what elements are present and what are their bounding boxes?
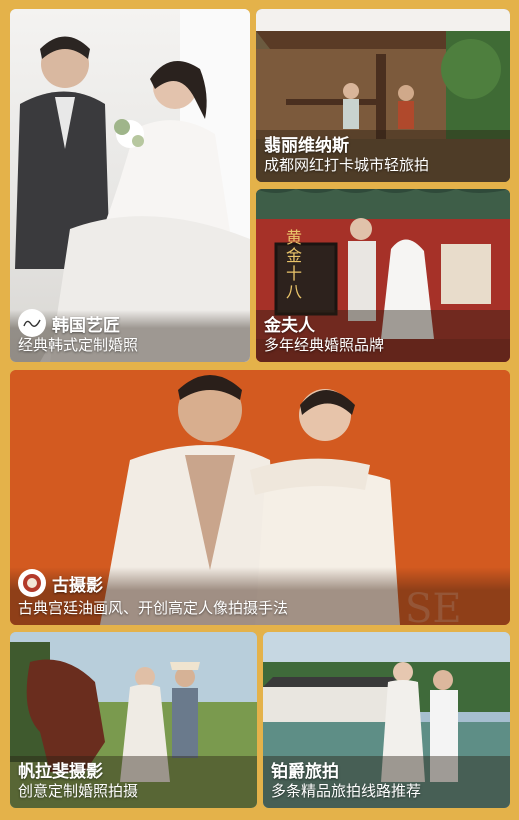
studio-tagline: 经典韩式定制婚照 [18,337,139,354]
studio-name: 翡丽维纳斯 [264,135,349,155]
card-caption: 金夫人 多年经典婚照品牌 [256,310,510,362]
studio-card-gu-photography[interactable]: SE 古摄影 古典宫廷油画风、开创高定人像拍摄手法 [10,370,510,625]
studio-name: 韩国艺匠 [52,315,120,335]
studio-tagline: 多年经典婚照品牌 [264,337,385,354]
card-caption: 古摄影 古典宫廷油画风、开创高定人像拍摄手法 [10,567,510,625]
studio-card-golden-lady[interactable]: 黄金十八 金夫人 多年经典婚照品牌 [256,189,510,362]
studio-tagline: 创意定制婚照拍摄 [18,783,139,800]
photo-overlay-text: 黄金十八 [286,228,303,301]
studio-card-fan-raphael[interactable]: 帆拉斐摄影 创意定制婚照拍摄 [10,632,257,808]
card-caption: 铂爵旅拍 多条精品旅拍线路推荐 [263,756,510,808]
studio-logo-icon [18,309,46,337]
studio-tagline: 成都网红打卡城市轻旅拍 [264,157,430,174]
studio-name: 铂爵旅拍 [271,761,339,781]
studio-card-bojue-travel[interactable]: 铂爵旅拍 多条精品旅拍线路推荐 [263,632,510,808]
studio-tagline: 多条精品旅拍线路推荐 [271,783,422,800]
studio-name: 金夫人 [264,315,315,335]
card-caption: 帆拉斐摄影 创意定制婚照拍摄 [10,756,257,808]
studio-card-feili-venus[interactable]: 翡丽维纳斯 成都网红打卡城市轻旅拍 [256,9,510,182]
studio-name: 古摄影 [52,575,103,595]
card-caption: 韩国艺匠 经典韩式定制婚照 [10,309,250,362]
studio-tagline: 古典宫廷油画风、开创高定人像拍摄手法 [18,600,289,617]
studio-logo-icon [18,569,46,597]
studio-card-korean-artisan[interactable]: 韩国艺匠 经典韩式定制婚照 [10,9,250,362]
studio-name: 帆拉斐摄影 [18,761,103,781]
card-caption: 翡丽维纳斯 成都网红打卡城市轻旅拍 [256,130,510,182]
